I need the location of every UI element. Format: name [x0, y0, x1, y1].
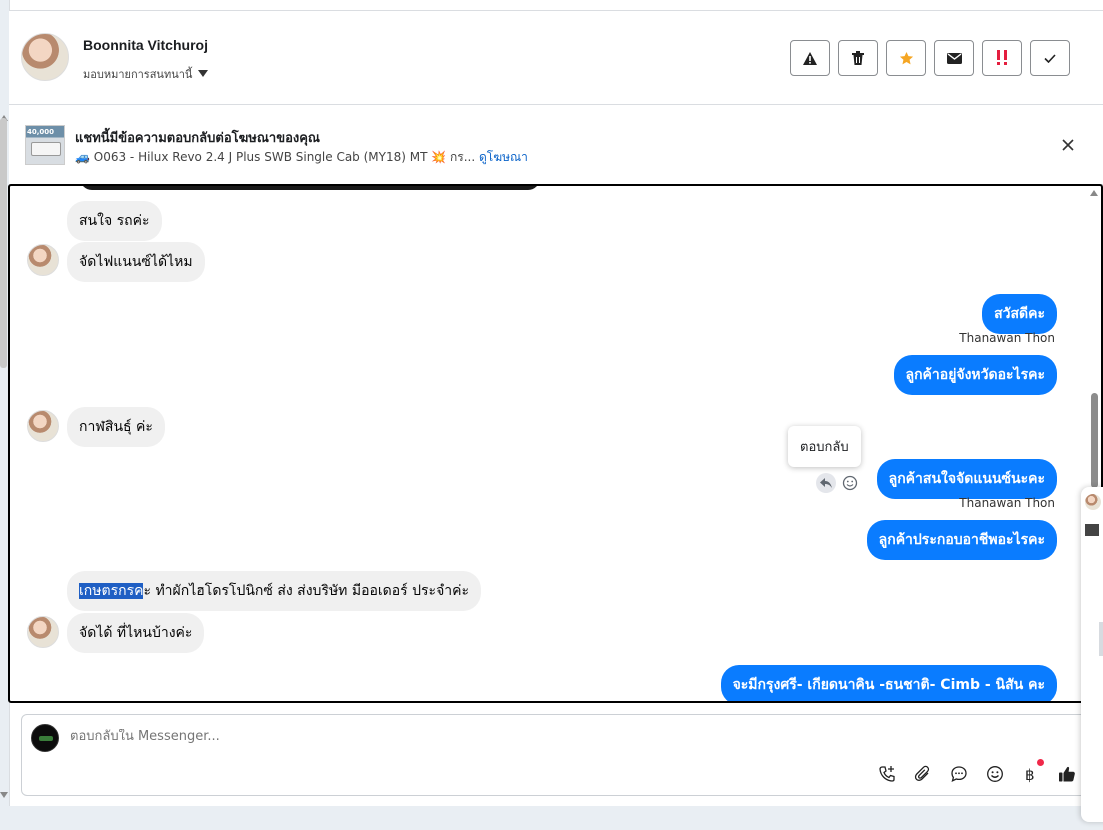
check-icon — [1044, 53, 1056, 63]
like-button[interactable] — [1056, 763, 1078, 785]
view-ad-link[interactable]: ดูโฆษณา — [479, 150, 528, 164]
message-hover-actions — [816, 473, 860, 493]
mark-unread-button[interactable] — [934, 40, 974, 76]
emoji-icon — [987, 766, 1003, 782]
smiley-icon — [842, 475, 858, 491]
message-text: ะ ทำผักไฮโดรโปนิกซ์ ส่ง ส่งบริษัท มีออเด… — [143, 583, 470, 599]
envelope-icon — [946, 52, 962, 64]
floating-ad-thumb — [1085, 524, 1099, 536]
close-icon[interactable] — [1060, 137, 1076, 153]
message-incoming[interactable]: กาฬสินธุ์ ค่ะ — [67, 407, 165, 447]
floating-chat-avatar — [1085, 494, 1101, 510]
reply-tooltip: ตอบกลับ — [788, 426, 861, 467]
assign-conversation-dropdown[interactable]: มอบหมายการสนทนานี้ — [83, 65, 209, 83]
message-outgoing[interactable]: สวัสดีคะ — [982, 294, 1057, 334]
conversation-header: Boonnita Vitchuroj มอบหมายการสนทนานี้ — [9, 11, 1103, 105]
contact-avatar-small — [27, 616, 59, 648]
left-scroll-down-arrow[interactable] — [0, 792, 8, 798]
svg-text:฿: ฿ — [1025, 766, 1035, 783]
reply-input[interactable] — [70, 729, 770, 744]
contact-name[interactable]: Boonnita Vitchuroj — [83, 37, 208, 53]
header-actions — [790, 40, 1070, 76]
payment-button[interactable]: ฿ — [1020, 759, 1044, 785]
left-scrollbar[interactable] — [0, 118, 7, 368]
thread-scrollbar-thumb[interactable] — [1091, 393, 1098, 488]
ad-reply-banner: 40,000 แชทนี้มีข้อความตอบกลับต่อโฆษณาของ… — [9, 105, 1103, 185]
previous-message-edge — [80, 186, 540, 190]
ad-name: 🚙 O063 - Hilux Revo 2.4 J Plus SWB Singl… — [75, 150, 476, 164]
star-icon — [899, 51, 913, 64]
react-button[interactable] — [840, 473, 860, 493]
reply-icon — [820, 478, 832, 488]
contact-avatar-small — [27, 244, 59, 276]
notification-dot — [1037, 759, 1044, 766]
trash-icon — [852, 51, 864, 65]
contact-avatar-small — [27, 410, 59, 442]
warning-icon — [803, 51, 817, 65]
reply-button[interactable] — [816, 473, 836, 493]
message-outgoing[interactable]: ลูกค้าประกอบอาชีพอะไรคะ — [866, 520, 1057, 560]
saved-replies-button[interactable] — [948, 763, 970, 785]
message-incoming[interactable]: จัดไฟแนนซ์ได้ไหม — [67, 242, 205, 282]
floating-chat-card[interactable] — [1081, 487, 1103, 822]
delete-button[interactable] — [838, 40, 878, 76]
assign-label: มอบหมายการสนทนานี้ — [83, 68, 193, 81]
exclamation-icon — [997, 50, 1007, 65]
floating-image — [1099, 622, 1103, 656]
thread-scroll-up-arrow[interactable] — [1090, 190, 1098, 196]
follow-up-button[interactable] — [982, 40, 1022, 76]
page-avatar — [31, 724, 59, 752]
call-add-button[interactable] — [876, 763, 898, 785]
composer-tools: ฿ — [876, 759, 1078, 785]
saved-reply-icon — [951, 766, 967, 782]
caret-down-icon — [198, 69, 209, 77]
ad-thumb-price: 40,000 — [27, 128, 55, 136]
attach-button[interactable] — [912, 763, 934, 785]
ad-banner-title: แชทนี้มีข้อความตอบกลับต่อโฆษณาของคุณ — [75, 131, 320, 146]
star-button[interactable] — [886, 40, 926, 76]
reply-composer: ฿ — [21, 714, 1103, 796]
ad-thumbnail[interactable]: 40,000 — [25, 125, 65, 165]
selected-text: เกษตรกรค — [79, 583, 144, 599]
done-button[interactable] — [1030, 40, 1070, 76]
like-icon — [1059, 766, 1075, 782]
sender-name: Thanawan Thon — [959, 496, 1055, 510]
message-outgoing[interactable]: ลูกค้าสนใจจัดแนนซ์นะคะ — [876, 459, 1057, 499]
attachment-icon — [914, 765, 930, 781]
spam-button[interactable] — [790, 40, 830, 76]
call-add-icon — [879, 766, 895, 782]
message-thread[interactable]: สนใจ รถค่ะ จัดไฟแนนซ์ได้ไหม สวัสดีคะ Tha… — [8, 184, 1103, 703]
ad-banner-subtitle: 🚙 O063 - Hilux Revo 2.4 J Plus SWB Singl… — [75, 148, 528, 167]
message-incoming[interactable]: จัดได้ ที่ไหนบ้างค่ะ — [67, 613, 205, 653]
truck-image — [31, 142, 61, 156]
message-outgoing[interactable]: ลูกค้าอยู่จังหวัดอะไรคะ — [893, 355, 1057, 395]
message-incoming[interactable]: สนใจ รถค่ะ — [67, 201, 162, 241]
baht-icon: ฿ — [1025, 766, 1035, 783]
message-incoming[interactable]: เกษตรกรคะ ทำผักไฮโดรโปนิกซ์ ส่ง ส่งบริษั… — [67, 571, 482, 611]
contact-avatar[interactable] — [21, 33, 69, 81]
sender-name: Thanawan Thon — [959, 331, 1055, 345]
message-outgoing[interactable]: จะมีกรุงศรี- เกียดนาคิน -ธนชาติ- Cimb - … — [720, 665, 1057, 701]
emoji-button[interactable] — [984, 763, 1006, 785]
